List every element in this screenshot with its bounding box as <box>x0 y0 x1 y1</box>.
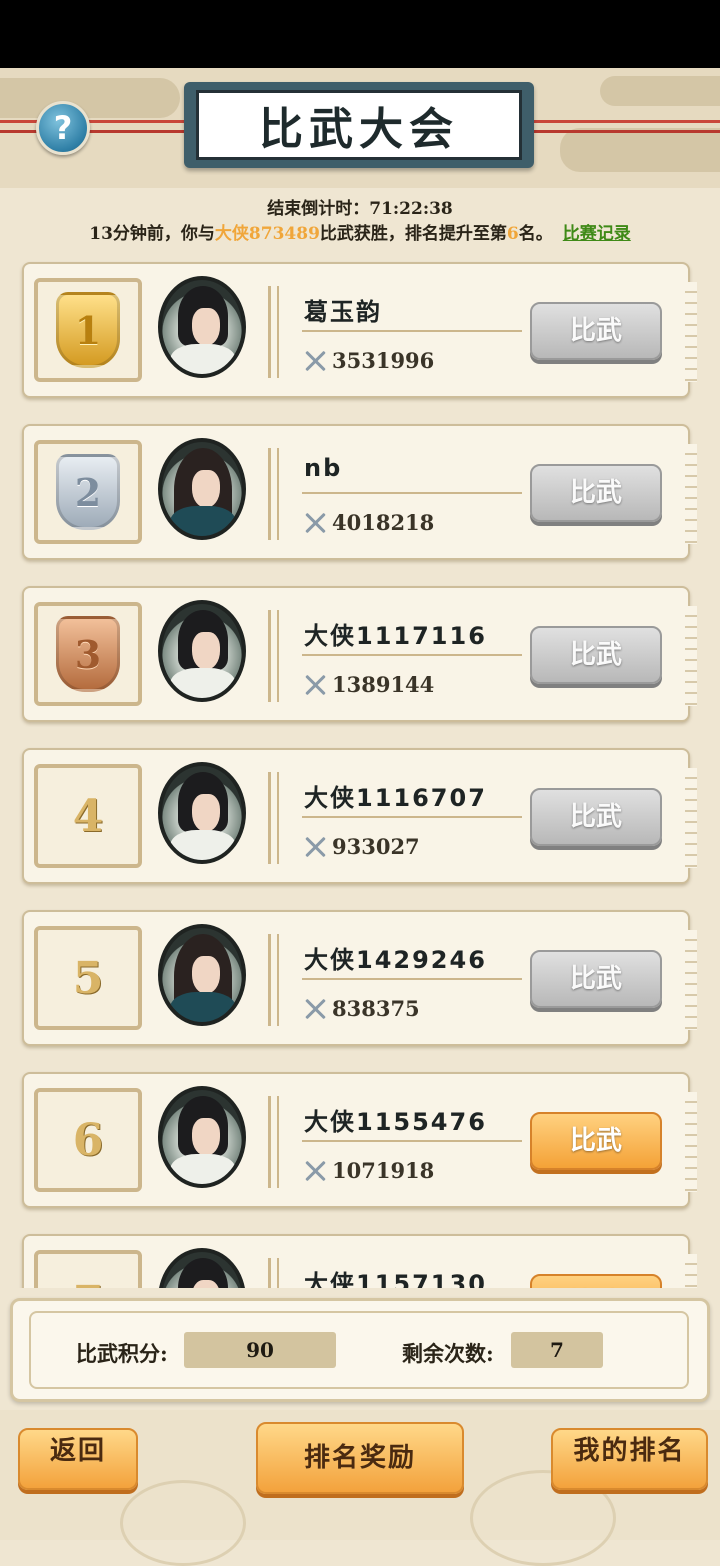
fight-button[interactable]: 比武 <box>530 1112 662 1170</box>
remaining-value: 7 <box>511 1332 603 1368</box>
power-value: 838375 <box>304 996 420 1021</box>
power-value: 933027 <box>304 834 420 859</box>
ranking-row: 1 葛玉韵 3531996 比武 <box>22 262 697 398</box>
ranking-row: 6 大侠1155476 1071918 比武 <box>22 1072 697 1208</box>
match-record-link[interactable]: 比赛记录 <box>563 224 631 244</box>
notice-middle: 比武获胜，排名提升至第 <box>319 224 507 244</box>
remaining-label: 剩余次数: <box>402 1341 494 1366</box>
rank-number: 3 <box>74 631 102 677</box>
avatar[interactable] <box>158 1086 246 1188</box>
notice-rank: 6 <box>506 224 519 244</box>
ranking-row: 3 大侠1117116 1389144 比武 <box>22 586 697 722</box>
rank-number: 7 <box>73 1277 104 1289</box>
rank-number: 5 <box>72 952 104 1004</box>
crossed-swords-icon <box>304 998 326 1020</box>
divider <box>302 654 522 656</box>
power-value: 1071918 <box>304 1158 434 1183</box>
rank-number: 6 <box>72 1114 104 1166</box>
question-icon: ? <box>53 109 73 147</box>
ranking-row: 2 nb 4018218 比武 <box>22 424 697 560</box>
battle-notice: 13分钟前，你与大侠873489比武获胜，排名提升至第6名。 比赛记录 <box>0 219 720 244</box>
divider <box>302 978 522 980</box>
rank-number: 2 <box>74 469 102 515</box>
bronze-medal-icon: 3 <box>56 616 120 692</box>
divider <box>302 816 522 818</box>
back-button[interactable]: 返回 <box>18 1428 138 1490</box>
rank-box: 7 <box>34 1250 142 1288</box>
help-button[interactable]: ? <box>36 101 90 155</box>
divider <box>268 772 279 864</box>
countdown-text: 结束倒计时：71:22:38 <box>267 199 453 219</box>
power-number: 1389144 <box>332 672 435 697</box>
fight-button[interactable]: 比武 <box>530 464 662 522</box>
rank-box: 4 <box>34 764 142 868</box>
power-value: 3531996 <box>304 348 434 373</box>
fight-button[interactable]: 比武 <box>530 788 662 846</box>
avatar[interactable] <box>158 762 246 864</box>
gold-medal-icon: 1 <box>56 292 120 368</box>
player-name: 大侠1117116 <box>304 622 487 650</box>
rank-box: 3 <box>34 602 142 706</box>
crossed-swords-icon <box>304 1160 326 1182</box>
rank-box: 2 <box>34 440 142 544</box>
ranking-row: 7 大侠1157130 比武 <box>22 1234 697 1288</box>
divider <box>268 1096 279 1188</box>
divider <box>302 1140 522 1142</box>
divider <box>268 934 279 1026</box>
crossed-swords-icon <box>304 350 326 372</box>
crossed-swords-icon <box>304 512 326 534</box>
rank-number: 1 <box>74 307 102 353</box>
fight-button[interactable]: 比武 <box>530 1274 662 1288</box>
score-value: 90 <box>184 1332 336 1368</box>
score-label: 比武积分: <box>76 1341 168 1366</box>
crossed-swords-icon <box>304 836 326 858</box>
silver-medal-icon: 2 <box>56 454 120 530</box>
divider <box>268 1258 279 1288</box>
player-name: 大侠1429246 <box>304 946 487 974</box>
power-value: 4018218 <box>304 510 434 535</box>
player-name: 葛玉韵 <box>304 298 382 326</box>
power-value: 1389144 <box>304 672 434 697</box>
divider <box>268 448 279 540</box>
fight-button[interactable]: 比武 <box>530 302 662 360</box>
avatar[interactable] <box>158 1248 246 1288</box>
avatar[interactable] <box>158 924 246 1026</box>
rank-box: 1 <box>34 278 142 382</box>
avatar[interactable] <box>158 276 246 378</box>
divider <box>268 610 279 702</box>
player-name: 大侠1155476 <box>304 1108 487 1136</box>
fight-button[interactable]: 比武 <box>530 626 662 684</box>
title-plaque: 比武大会 <box>184 82 534 168</box>
divider <box>302 330 522 332</box>
avatar[interactable] <box>158 600 246 702</box>
notice-suffix: 名。 <box>518 224 553 244</box>
avatar[interactable] <box>158 438 246 540</box>
fight-button[interactable]: 比武 <box>530 950 662 1008</box>
my-rank-button[interactable]: 我的排名 <box>551 1428 708 1490</box>
power-number: 4018218 <box>332 510 435 535</box>
ranking-row: 5 大侠1429246 838375 比武 <box>22 910 697 1046</box>
power-number: 1071918 <box>332 1158 435 1183</box>
player-name: 大侠1116707 <box>304 784 487 812</box>
divider <box>268 286 279 378</box>
power-number: 838375 <box>332 996 420 1021</box>
power-number: 933027 <box>332 834 420 859</box>
notice-opponent: 大侠873489 <box>214 224 320 244</box>
status-bar <box>0 0 720 68</box>
crossed-swords-icon <box>304 674 326 696</box>
rank-rewards-button[interactable]: 排名奖励 <box>256 1422 464 1494</box>
rank-number: 4 <box>72 790 104 842</box>
power-number: 3531996 <box>332 348 435 373</box>
rank-box: 5 <box>34 926 142 1030</box>
page-title: 比武大会 <box>259 104 459 155</box>
ranking-list[interactable]: 1 葛玉韵 3531996 比武 2 nb 4018218 比武 3 大侠111… <box>0 258 720 1288</box>
ranking-row: 4 大侠1116707 933027 比武 <box>22 748 697 884</box>
rank-box: 6 <box>34 1088 142 1192</box>
player-name: nb <box>304 454 343 482</box>
player-name: 大侠1157130 <box>304 1270 487 1288</box>
divider <box>302 492 522 494</box>
notice-prefix: 13分钟前，你与 <box>89 224 215 244</box>
